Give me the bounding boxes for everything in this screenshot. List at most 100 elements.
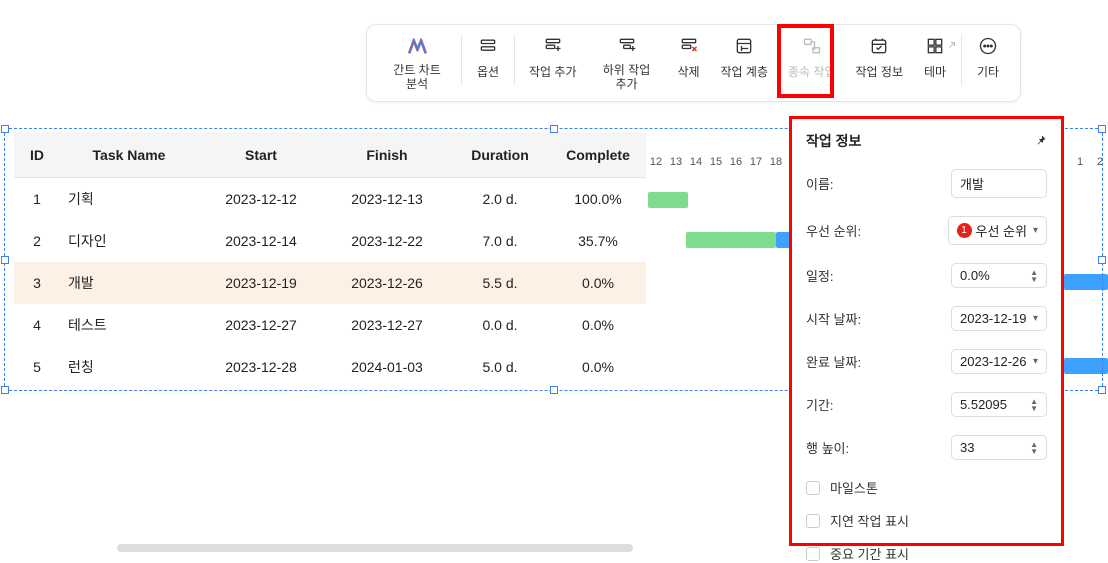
dependency-icon <box>801 35 823 57</box>
add-subtask-icon <box>616 35 638 57</box>
toolbar-label: 옵션 <box>477 63 499 80</box>
col-header-finish[interactable]: Finish <box>324 147 450 163</box>
popout-icon[interactable] <box>946 38 958 56</box>
table-row[interactable]: 3개발2023-12-192023-12-265.5 d.0.0% <box>14 262 646 304</box>
toolbar-hierarchy[interactable]: 작업 계층 <box>711 33 779 82</box>
toolbar-label: 작업 정보 <box>856 63 904 80</box>
cell-name: 테스트 <box>60 315 198 335</box>
spinner-icon[interactable]: ▲▼ <box>1030 398 1038 412</box>
cell-name: 기획 <box>60 189 198 209</box>
cell-complete: 35.7% <box>550 233 646 249</box>
col-header-start[interactable]: Start <box>198 147 324 163</box>
horizontal-scrollbar[interactable] <box>117 544 633 552</box>
toolbar-label: 간트 차트 분석 <box>387 63 447 91</box>
field-label-start: 시작 날짜: <box>806 309 861 328</box>
toolbar-delete[interactable]: 삭제 <box>667 33 711 82</box>
field-input-progress[interactable]: 0.0% ▲▼ <box>951 263 1047 288</box>
timeline-day: 1 <box>1070 156 1090 168</box>
toolbar-divider <box>461 35 462 85</box>
task-grid: ID Task Name Start Finish Duration Compl… <box>14 132 646 388</box>
delete-icon <box>678 35 700 57</box>
resize-handle[interactable] <box>1098 256 1106 264</box>
cell-duration: 7.0 d. <box>450 233 550 249</box>
task-info-panel: 작업 정보 이름: 개발 우선 순위: 1우선 순위 ▾ 일정: 0.0% ▲▼… <box>789 116 1064 546</box>
field-input-start[interactable]: 2023-12-19 ▾ <box>951 306 1047 331</box>
add-task-icon <box>542 35 564 57</box>
col-header-duration[interactable]: Duration <box>450 147 550 163</box>
field-input-duration[interactable]: 5.52095 ▲▼ <box>951 392 1047 417</box>
toolbar-dependency: 종속 작업 <box>778 33 846 82</box>
field-input-priority[interactable]: 1우선 순위 ▾ <box>948 216 1047 245</box>
timeline-day: 15 <box>706 156 726 168</box>
cell-complete: 100.0% <box>550 191 646 207</box>
cell-start: 2023-12-14 <box>198 233 324 249</box>
checkbox-icon <box>806 481 820 495</box>
field-input-rowheight[interactable]: 33 ▲▼ <box>951 435 1047 460</box>
timeline-header-right: 12 <box>1070 156 1108 168</box>
toolbar-task-info[interactable]: 작업 정보 <box>846 33 914 82</box>
toolbar-label: 기타 <box>977 63 999 80</box>
toolbar-label: 삭제 <box>677 63 699 80</box>
resize-handle[interactable] <box>1 256 9 264</box>
col-header-complete[interactable]: Complete <box>550 147 646 163</box>
table-row[interactable]: 2디자인2023-12-142023-12-227.0 d.35.7% <box>14 220 646 262</box>
toolbar-divider <box>514 35 515 85</box>
cell-duration: 5.5 d. <box>450 275 550 291</box>
theme-icon <box>924 35 946 57</box>
chevron-down-icon: ▾ <box>1033 313 1038 324</box>
resize-handle[interactable] <box>1 125 9 133</box>
toolbar-label: 종속 작업 <box>788 63 836 80</box>
cell-finish: 2023-12-26 <box>324 275 450 291</box>
priority-badge: 1 <box>957 223 972 238</box>
resize-handle[interactable] <box>1098 125 1106 133</box>
toolbar-gantt-analyze[interactable]: 간트 차트 분석 <box>377 33 457 93</box>
checkbox-critical[interactable]: 중요 기간 표시 <box>806 544 1047 563</box>
spinner-icon[interactable]: ▲▼ <box>1030 269 1038 283</box>
field-label-rowheight: 행 높이: <box>806 438 849 457</box>
cell-finish: 2024-01-03 <box>324 359 450 375</box>
field-label-name: 이름: <box>806 174 834 193</box>
cell-name: 개발 <box>60 273 198 293</box>
resize-handle[interactable] <box>1098 386 1106 394</box>
resize-handle[interactable] <box>1 386 9 394</box>
checkbox-milestone[interactable]: 마일스톤 <box>806 478 1047 497</box>
table-row[interactable]: 4테스트2023-12-272023-12-270.0 d.0.0% <box>14 304 646 346</box>
toolbar-add-task[interactable]: 작업 추가 <box>519 33 587 82</box>
timeline-day: 13 <box>666 156 686 168</box>
cell-finish: 2023-12-22 <box>324 233 450 249</box>
timeline-day: 2 <box>1090 156 1108 168</box>
gantt-bar[interactable] <box>1064 358 1108 374</box>
field-input-name[interactable]: 개발 <box>951 169 1047 198</box>
grid-header: ID Task Name Start Finish Duration Compl… <box>14 132 646 178</box>
options-icon <box>477 35 499 57</box>
col-header-name[interactable]: Task Name <box>60 147 198 163</box>
cell-duration: 5.0 d. <box>450 359 550 375</box>
hierarchy-icon <box>733 35 755 57</box>
cell-name: 런칭 <box>60 357 198 377</box>
more-icon <box>977 35 999 57</box>
field-input-end[interactable]: 2023-12-26 ▾ <box>951 349 1047 374</box>
cell-duration: 0.0 d. <box>450 317 550 333</box>
cell-id: 5 <box>14 359 60 375</box>
cell-start: 2023-12-28 <box>198 359 324 375</box>
table-row[interactable]: 5런칭2023-12-282024-01-035.0 d.0.0% <box>14 346 646 388</box>
pin-icon[interactable] <box>1035 133 1047 149</box>
gantt-bar[interactable] <box>1064 274 1108 290</box>
gantt-bar[interactable] <box>686 232 776 248</box>
cell-finish: 2023-12-27 <box>324 317 450 333</box>
gantt-bar[interactable] <box>776 232 790 248</box>
chevron-down-icon: ▾ <box>1033 225 1038 236</box>
spinner-icon[interactable]: ▲▼ <box>1030 441 1038 455</box>
toolbar-label: 작업 추가 <box>529 63 577 80</box>
toolbar-more[interactable]: 기타 <box>966 33 1010 82</box>
table-row[interactable]: 1기획2023-12-122023-12-132.0 d.100.0% <box>14 178 646 220</box>
gantt-bar[interactable] <box>648 192 688 208</box>
col-header-id[interactable]: ID <box>14 147 60 163</box>
chevron-down-icon: ▾ <box>1033 356 1038 367</box>
checkbox-delayed[interactable]: 지연 작업 표시 <box>806 511 1047 530</box>
cell-id: 4 <box>14 317 60 333</box>
toolbar-add-subtask[interactable]: 하위 작업 추가 <box>587 33 667 93</box>
timeline-day: 17 <box>746 156 766 168</box>
checkbox-icon <box>806 547 820 561</box>
toolbar-options[interactable]: 옵션 <box>466 33 510 82</box>
